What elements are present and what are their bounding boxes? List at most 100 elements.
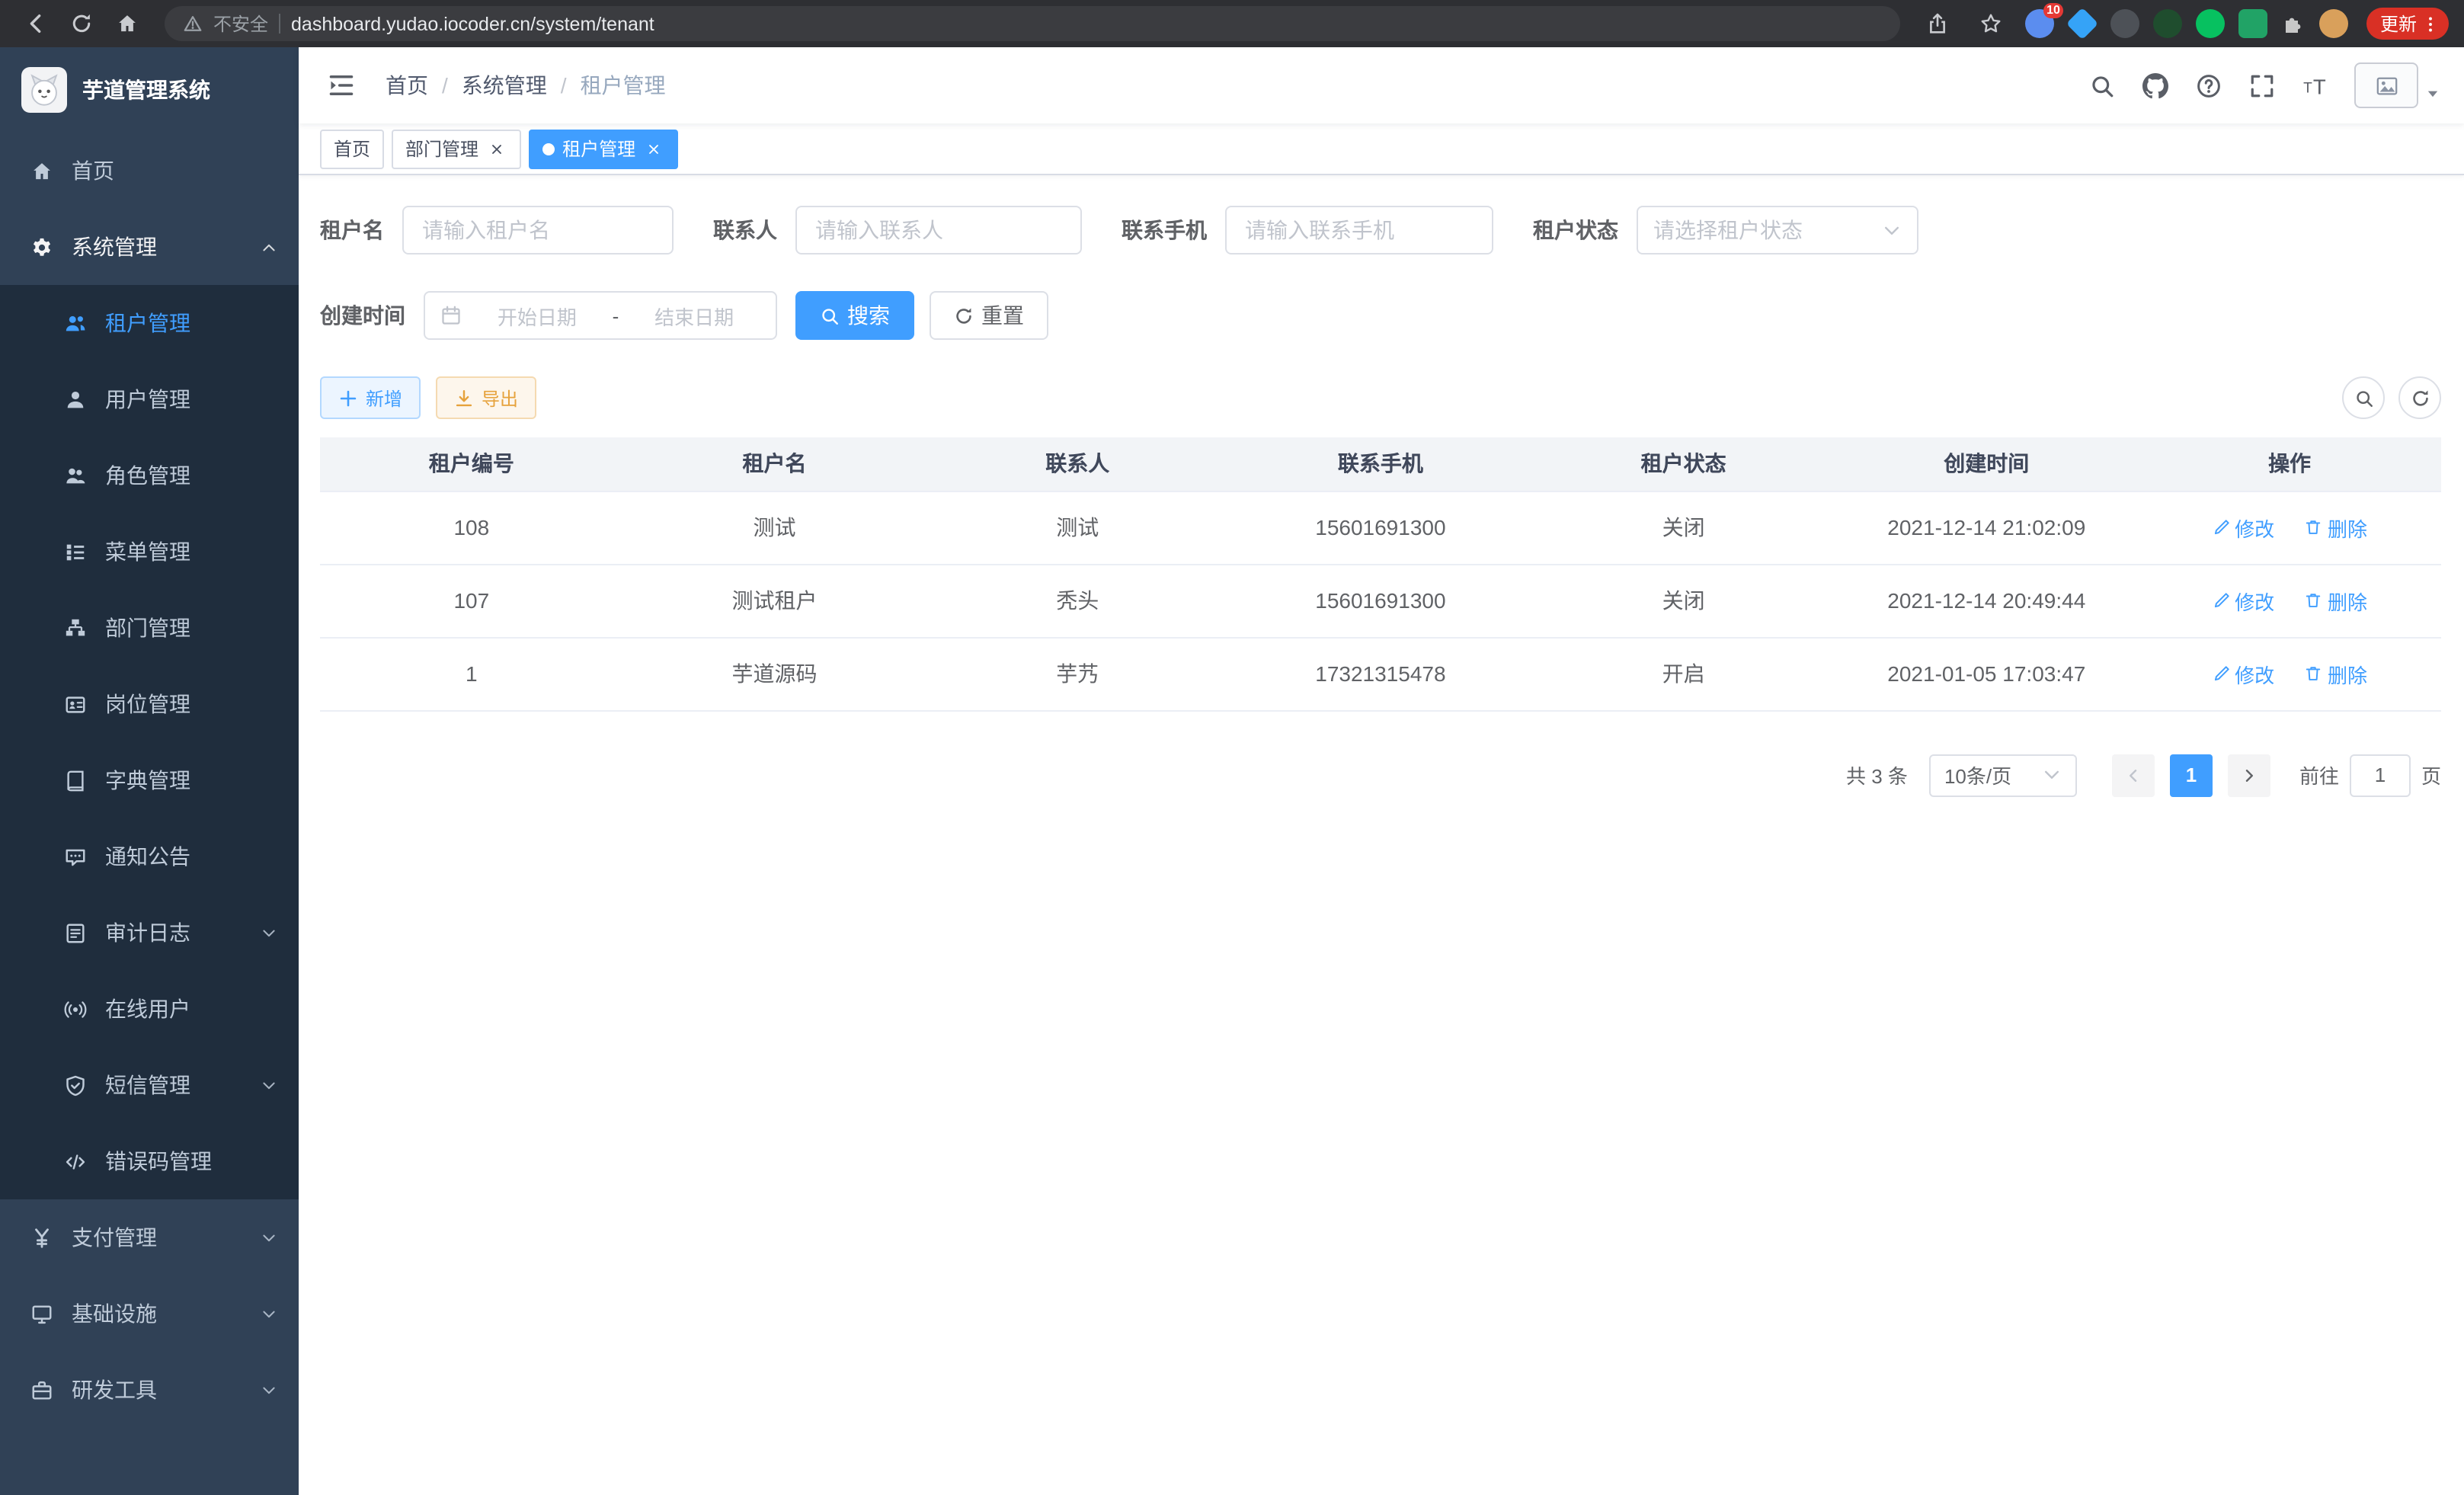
extension-icon[interactable] (2153, 9, 2182, 38)
sidebar-item[interactable]: 系统管理 (0, 209, 299, 285)
browser-window: 不安全 dashboard.yudao.iocoder.cn/system/te… (0, 0, 2464, 1495)
delete-button[interactable]: 删除 (2305, 586, 2367, 615)
sidebar-item[interactable]: 研发工具 (0, 1352, 299, 1428)
github-icon[interactable] (2129, 72, 2182, 98)
refresh-icon (2410, 388, 2430, 408)
fullscreen-icon[interactable] (2235, 72, 2289, 98)
sidebar-item[interactable]: 支付管理 (0, 1199, 299, 1276)
browser-home-button[interactable] (107, 5, 146, 42)
add-button[interactable]: 新增 (320, 376, 421, 419)
browser-reload-button[interactable] (61, 5, 101, 42)
edit-button[interactable]: 修改 (2212, 513, 2274, 542)
end-date-input[interactable]: 结束日期 (628, 301, 760, 330)
contact-input[interactable] (795, 206, 1082, 255)
post-icon (64, 693, 87, 715)
sidebar-item[interactable]: 用户管理 (0, 361, 299, 437)
close-icon[interactable] (486, 138, 507, 159)
font-size-icon[interactable]: TT (2289, 72, 2342, 98)
notice-icon (64, 845, 87, 868)
extension-icon[interactable] (2066, 8, 2098, 40)
page-number[interactable]: 1 (2170, 754, 2213, 796)
start-date-input[interactable]: 开始日期 (471, 301, 603, 330)
reset-button[interactable]: 重置 (930, 291, 1048, 340)
export-button[interactable]: 导出 (436, 376, 536, 419)
sidebar-item[interactable]: 首页 (0, 133, 299, 209)
sidebar-item[interactable]: 错误码管理 (0, 1123, 299, 1199)
breadcrumb-item[interactable]: 首页 / (386, 70, 462, 101)
status-select[interactable]: 请选择租户状态 (1637, 206, 1918, 255)
caret-down-icon[interactable] (2424, 85, 2441, 101)
cell-actions: 修改 删除 (2138, 491, 2441, 564)
sidebar-item[interactable]: 基础设施 (0, 1276, 299, 1352)
toggle-search-button[interactable] (2342, 376, 2385, 419)
page-size-select[interactable]: 10条/页 (1929, 754, 2077, 796)
help-icon[interactable] (2182, 72, 2235, 98)
sidebar-item[interactable]: 审计日志 (0, 895, 299, 971)
breadcrumb-separator: / (561, 73, 567, 98)
breadcrumb-item[interactable]: 租户管理 (581, 70, 666, 101)
browser-profile-avatar[interactable] (2319, 9, 2348, 38)
tab-label: 租户管理 (562, 136, 635, 162)
delete-label: 删除 (2328, 513, 2367, 542)
sidebar-item[interactable]: 租户管理 (0, 285, 299, 361)
navbar: 首页 / 系统管理 / 租户管理 (299, 47, 2464, 123)
cell-created: 2021-12-14 21:02:09 (1835, 491, 2138, 564)
edit-button[interactable]: 修改 (2212, 586, 2274, 615)
update-button[interactable]: 更新 (2366, 8, 2449, 40)
sidebar-item[interactable]: 部门管理 (0, 590, 299, 666)
extensions-puzzle-icon[interactable] (2281, 11, 2306, 36)
filter-row-2: 创建时间 开始日期 - 结束日期 搜索 重置 (320, 291, 2441, 340)
next-page-button[interactable] (2228, 754, 2270, 796)
delete-icon (2305, 591, 2323, 610)
extension-icon[interactable] (2110, 9, 2139, 38)
address-bar[interactable]: 不安全 dashboard.yudao.iocoder.cn/system/te… (165, 6, 1900, 41)
delete-button[interactable]: 删除 (2305, 659, 2367, 688)
phone-input[interactable] (1225, 206, 1493, 255)
bookmark-star-icon[interactable] (1972, 5, 2011, 42)
sidebar-item[interactable]: 通知公告 (0, 818, 299, 895)
sidebar-item[interactable]: 菜单管理 (0, 514, 299, 590)
edit-button[interactable]: 修改 (2212, 659, 2274, 688)
sidebar-item[interactable]: 角色管理 (0, 437, 299, 514)
tab[interactable]: 首页 (320, 129, 384, 168)
breadcrumb-separator: / (442, 73, 448, 98)
logo[interactable]: 芋道管理系统 (0, 47, 299, 133)
sidebar-item[interactable]: 在线用户 (0, 971, 299, 1047)
search-button[interactable]: 搜索 (795, 291, 914, 340)
breadcrumb-label: 系统管理 (462, 70, 547, 101)
table-header-cell: 联系手机 (1229, 437, 1532, 491)
chevron-down-icon (2042, 765, 2062, 785)
search-icon[interactable] (2075, 72, 2129, 98)
browser-back-button[interactable] (15, 5, 55, 42)
delete-button[interactable]: 删除 (2305, 513, 2367, 542)
tenant-name-input[interactable] (402, 206, 674, 255)
broken-image-icon (2375, 74, 2398, 97)
share-icon[interactable] (1918, 5, 1958, 42)
goto-page-input[interactable] (2350, 754, 2411, 796)
security-warning-icon[interactable] (183, 14, 203, 34)
create-time-range[interactable]: 开始日期 - 结束日期 (424, 291, 777, 340)
tab[interactable]: 部门管理 (392, 129, 521, 168)
tab-label: 部门管理 (405, 136, 478, 162)
extension-icon[interactable]: 10 (2025, 9, 2054, 38)
role-icon (64, 464, 87, 487)
avatar[interactable] (2354, 62, 2418, 108)
breadcrumb-item[interactable]: 系统管理 / (462, 70, 581, 101)
tenant-name-filter: 租户名 (320, 206, 674, 255)
sidebar-item[interactable]: 字典管理 (0, 742, 299, 818)
pay-icon (30, 1226, 53, 1249)
sidebar-collapse-icon[interactable] (322, 72, 361, 99)
sidebar-item[interactable]: 岗位管理 (0, 666, 299, 742)
prev-page-button[interactable] (2112, 754, 2155, 796)
extension-icon[interactable] (2238, 9, 2267, 38)
dict-icon (64, 769, 87, 792)
table-toolbar: 新增 导出 (320, 376, 2441, 419)
chevron-down-icon (261, 1305, 277, 1322)
close-icon[interactable] (643, 138, 664, 159)
cell-actions: 修改 删除 (2138, 564, 2441, 637)
tab[interactable]: 租户管理 (529, 129, 678, 168)
table-refresh-button[interactable] (2398, 376, 2441, 419)
sidebar-item[interactable]: 短信管理 (0, 1047, 299, 1123)
cell-actions: 修改 删除 (2138, 637, 2441, 710)
extension-icon[interactable] (2196, 9, 2225, 38)
